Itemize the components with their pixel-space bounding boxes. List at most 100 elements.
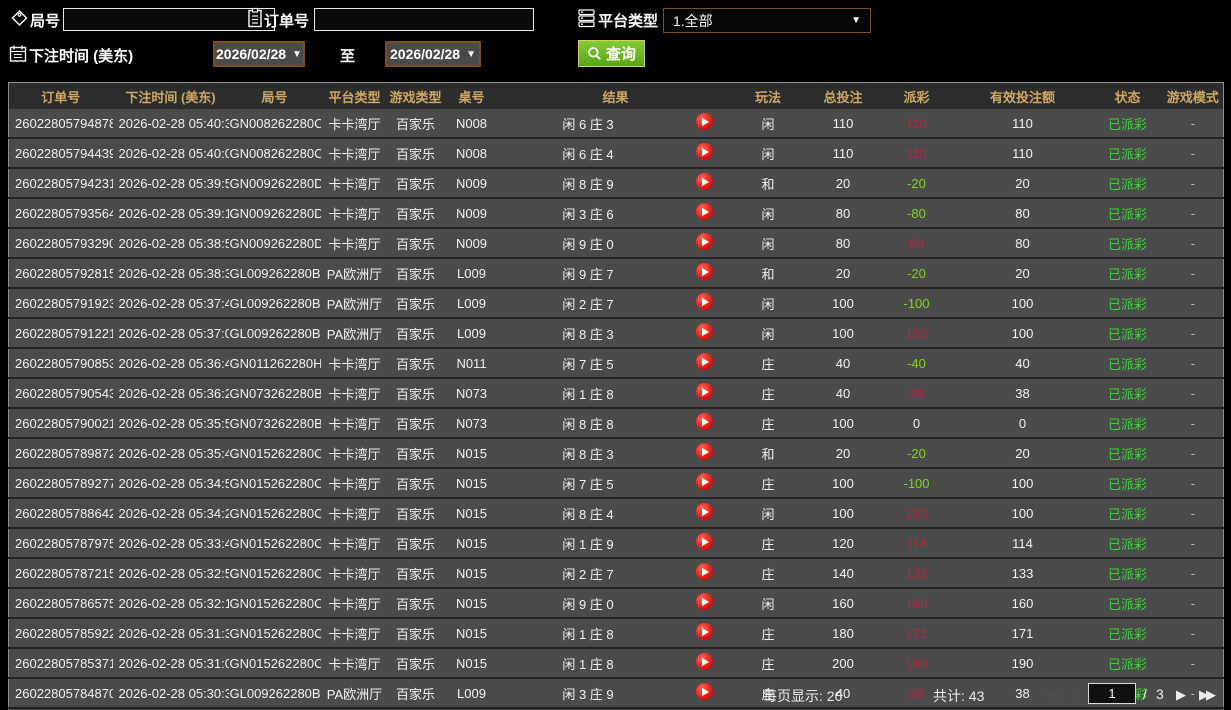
cell-valid-bet: 114	[952, 528, 1093, 559]
cell-platform-type: PA欧洲厅	[320, 678, 389, 709]
first-page-button[interactable]: ◀◀	[1042, 685, 1059, 705]
cell-bet-time: 2026-02-28 05:36:40	[112, 348, 229, 379]
date-to-picker[interactable]: 2026/02/28 ▼	[385, 41, 481, 67]
cell-game-type: 百家乐	[388, 558, 443, 589]
play-video-button[interactable]	[695, 323, 713, 340]
cell-play-type: 闲	[730, 109, 806, 139]
table-row: 2602280578797522026-02-28 05:33:44GN0152…	[8, 528, 1224, 559]
result-text: 闲 1 庄 8	[562, 386, 614, 402]
table-row: 2602280579122162026-02-28 05:37:02GL0092…	[8, 318, 1224, 349]
cell-round-no: GN009262280D2	[228, 228, 321, 259]
cell-payout: -100	[880, 468, 953, 499]
cell-bet-time: 2026-02-28 05:37:02	[112, 318, 229, 349]
cell-total-bet: 100	[805, 318, 881, 349]
cell-game-mode: -	[1162, 618, 1224, 649]
cell-bet-time: 2026-02-28 05:31:09	[112, 648, 229, 679]
result-text: 闲 6 庄 4	[562, 146, 614, 162]
cell-payout: 110	[880, 138, 953, 169]
cell-result: 闲 1 庄 8	[500, 378, 731, 409]
cell-valid-bet: 190	[952, 648, 1093, 679]
cell-total-bet: 20	[805, 168, 881, 199]
page-separator: /	[1143, 686, 1147, 702]
result-text: 闲 8 庄 3	[562, 326, 614, 342]
calendar-icon	[9, 44, 27, 68]
platform-type-select[interactable]: 1.全部 ▼	[663, 8, 871, 33]
play-icon	[701, 568, 709, 576]
cell-status: 已派彩	[1092, 228, 1163, 259]
cell-payout: 0	[880, 408, 953, 439]
last-page-button[interactable]: ▶▶	[1199, 685, 1216, 705]
table-row: 2602280579085352026-02-28 05:36:40GN0112…	[8, 348, 1224, 379]
table-row: 2602280578927712026-02-28 05:34:58GN0152…	[8, 468, 1224, 499]
page-number-input[interactable]	[1088, 683, 1136, 704]
date-from-picker[interactable]: 2026/02/28 ▼	[213, 41, 305, 67]
cell-platform-type: 卡卡湾厅	[320, 438, 389, 469]
play-video-button[interactable]	[695, 143, 713, 160]
play-video-button[interactable]	[695, 653, 713, 670]
cell-result: 闲 8 庄 8	[500, 408, 731, 439]
play-video-button[interactable]	[695, 293, 713, 310]
cell-bet-time: 2026-02-28 05:39:53	[112, 168, 229, 199]
play-video-button[interactable]	[695, 203, 713, 220]
play-video-button[interactable]	[695, 353, 713, 370]
play-video-button[interactable]	[695, 113, 713, 130]
cell-play-type: 闲	[730, 318, 806, 349]
cell-table-no: N015	[442, 468, 501, 499]
cell-game-mode: -	[1162, 258, 1224, 289]
cell-valid-bet: 20	[952, 168, 1093, 199]
search-button[interactable]: 查询	[578, 40, 646, 67]
cell-table-no: L009	[442, 678, 501, 709]
play-video-button[interactable]	[695, 563, 713, 580]
cell-total-bet: 80	[805, 228, 881, 259]
play-video-button[interactable]	[695, 233, 713, 250]
play-video-button[interactable]	[695, 533, 713, 550]
cell-order-no: 260228057948786	[8, 109, 113, 139]
cell-game-type: 百家乐	[388, 648, 443, 679]
order-no-input[interactable]	[314, 8, 534, 31]
cell-platform-type: PA欧洲厅	[320, 318, 389, 349]
cell-game-type: 百家乐	[388, 228, 443, 259]
cell-game-mode: -	[1162, 198, 1224, 229]
play-video-button[interactable]	[695, 443, 713, 460]
table-row: 2602280578987282026-02-28 05:35:41GN0152…	[8, 438, 1224, 469]
play-video-button[interactable]	[695, 503, 713, 520]
play-video-button[interactable]	[695, 473, 713, 490]
cell-play-type: 庄	[730, 348, 806, 379]
chevron-down-icon: ▼	[466, 48, 476, 60]
round-no-input[interactable]	[63, 8, 275, 31]
play-video-button[interactable]	[695, 593, 713, 610]
cell-status: 已派彩	[1092, 318, 1163, 349]
cell-payout: -100	[880, 288, 953, 319]
cell-play-type: 庄	[730, 558, 806, 589]
cell-play-type: 闲	[730, 498, 806, 529]
cell-play-type: 庄	[730, 468, 806, 499]
column-header-6: 结果	[500, 82, 731, 109]
prev-page-button[interactable]: ◀	[1068, 685, 1078, 705]
play-video-button[interactable]	[695, 683, 713, 700]
cell-valid-bet: 110	[952, 109, 1093, 139]
bet-records-screen: 局号 订单号 平台类型 1.全部 ▼ 下注时间 (美东) 2026/02/28 …	[0, 0, 1231, 710]
play-video-button[interactable]	[695, 263, 713, 280]
table-row: 2602280579423172026-02-28 05:39:53GN0092…	[8, 168, 1224, 199]
cell-game-mode: -	[1162, 378, 1224, 409]
play-icon	[701, 208, 709, 216]
cell-round-no: GL009262280BL	[228, 678, 321, 709]
result-text: 闲 1 庄 9	[562, 536, 614, 552]
play-video-button[interactable]	[695, 383, 713, 400]
cell-total-bet: 110	[805, 138, 881, 169]
cell-status: 已派彩	[1092, 408, 1163, 439]
cell-game-type: 百家乐	[388, 288, 443, 319]
play-video-button[interactable]	[695, 623, 713, 640]
play-video-button[interactable]	[695, 413, 713, 430]
cell-payout: 100	[880, 318, 953, 349]
cell-total-bet: 100	[805, 498, 881, 529]
cell-round-no: GL009262280BU	[228, 288, 321, 319]
play-video-button[interactable]	[695, 173, 713, 190]
cell-round-no: GN015262280CT	[228, 618, 321, 649]
table-body: 2602280579487862026-02-28 05:40:33GN0082…	[8, 109, 1224, 710]
cell-payout: 110	[880, 109, 953, 139]
cell-bet-time: 2026-02-28 05:32:19	[112, 588, 229, 619]
next-page-button[interactable]: ▶	[1176, 685, 1186, 705]
cell-order-no: 260228057908535	[8, 348, 113, 379]
result-text: 闲 9 庄 7	[562, 266, 614, 282]
